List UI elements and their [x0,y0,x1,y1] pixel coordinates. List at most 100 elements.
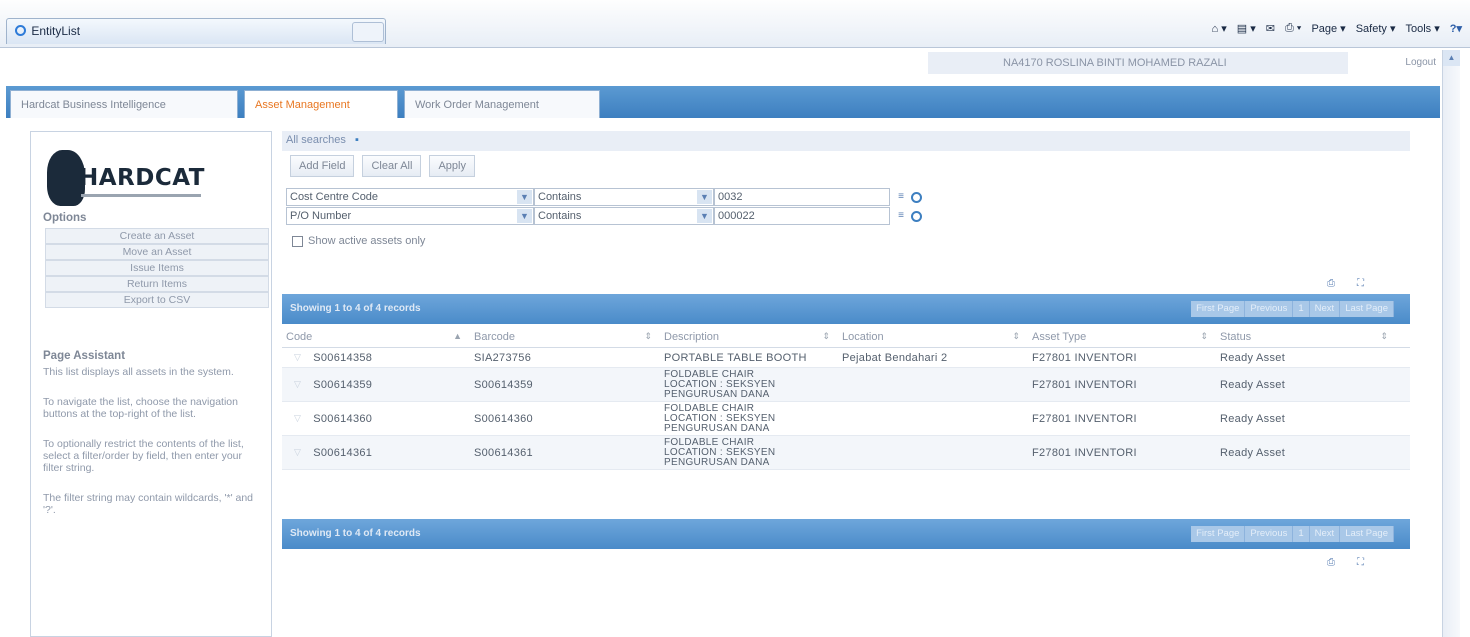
assistant-text: To navigate the list, choose the navigat… [43,396,238,420]
app-tabs: Hardcat Business Intelligence Asset Mana… [6,86,1440,118]
add-filter-icon[interactable] [911,191,922,203]
assistant-text: To optionally restrict the contents of t… [43,438,244,474]
export-csv-link[interactable]: Export to CSV [45,292,269,308]
add-field-button[interactable]: Add Field [290,155,355,177]
safety-menu[interactable]: Safety ▾ [1356,22,1396,35]
last-page-button[interactable]: Last Page [1340,301,1394,317]
tools-menu[interactable]: Tools ▾ [1405,22,1439,35]
return-items-link[interactable]: Return Items [45,276,269,292]
print-icon[interactable]: ⎙ ▾ [1285,22,1301,35]
apply-button[interactable]: Apply [429,155,475,177]
page-assistant-title: Page Assistant [43,350,126,362]
print-icon[interactable]: ⎙ [1327,278,1335,289]
column-asset-type[interactable]: Asset Type ⇕ [1028,328,1216,347]
search-buttons: Add Field Clear All Apply [290,155,475,177]
filter-operator-select[interactable]: Contains ▼ [534,188,714,206]
print-icon[interactable]: ⎙ [1327,557,1335,568]
expand-row-icon[interactable]: ▽ [294,413,301,424]
filter-field-select[interactable]: P/O Number ▼ [286,207,534,225]
column-description[interactable]: Description ⇕ [660,328,838,347]
user-bar: NA4170 ROSLINA BINTI MOHAMED RAZALI Logo… [6,50,1440,76]
last-page-button[interactable]: Last Page [1340,526,1394,542]
previous-button[interactable]: Previous [1245,301,1294,317]
mail-icon[interactable]: ✉ [1266,22,1275,35]
home-icon[interactable]: ⌂ ▾ [1212,22,1227,35]
table-row[interactable]: ▽ S00614358 SIA273756 PORTABLE TABLE BOOT… [282,348,1410,368]
table-row[interactable]: ▽ S00614359 S00614359 FOLDABLE CHAIR LOCAT… [282,368,1410,402]
clear-all-button[interactable]: Clear All [362,155,422,177]
pager: First Page Previous 1 Next Last Page [1191,526,1394,542]
expand-row-icon[interactable]: ▽ [294,447,301,458]
tab-work-order-management[interactable]: Work Order Management [404,90,600,118]
browser-command-bar: ⌂ ▾ ▤ ▾ ✉ ⎙ ▾ Page ▾ Safety ▾ Tools ▾ ?▾ [1212,22,1462,35]
vertical-scrollbar[interactable]: ▲ [1442,50,1460,637]
page-number[interactable]: 1 [1293,526,1310,542]
logout-link[interactable]: Logout [1405,57,1436,68]
next-button[interactable]: Next [1309,526,1341,542]
feeds-icon[interactable]: ▤ ▾ [1237,22,1256,35]
expand-icon[interactable]: ⛶ [1357,278,1364,289]
column-status[interactable]: Status ⇕ [1216,328,1396,347]
first-page-button[interactable]: First Page [1191,301,1246,317]
grid-tools-bottom: ⎙ ⛶ [1327,557,1364,568]
previous-button[interactable]: Previous [1245,526,1294,542]
filter-field-select[interactable]: Cost Centre Code ▼ [286,188,534,206]
scroll-up-arrow[interactable]: ▲ [1443,50,1460,66]
table-header: Code ▲ Barcode ⇕ Description ⇕ Location ⇕ As… [282,328,1410,348]
filter-value-input[interactable]: 0032 [714,188,890,206]
column-location[interactable]: Location ⇕ [838,328,1028,347]
record-count: Showing 1 to 4 of 4 records [290,303,421,314]
filter-options-icon[interactable]: ≡ [894,209,908,223]
sort-icon: ⇕ [1200,331,1208,341]
filter-options-icon[interactable]: ≡ [894,190,908,204]
left-panel: HARDCAT Options Create an Asset Move an … [30,131,272,637]
chevron-down-icon: ▼ [697,209,712,223]
browser-tab-title: EntityList [31,24,81,38]
new-tab-button[interactable] [352,22,384,42]
chevron-down-icon: ▼ [517,209,532,223]
tab-asset-management[interactable]: Asset Management [244,90,398,118]
all-searches-header[interactable]: All searches ▪ [282,131,1410,151]
first-page-button[interactable]: First Page [1191,526,1246,542]
move-asset-link[interactable]: Move an Asset [45,244,269,260]
expand-row-icon[interactable]: ▽ [294,352,301,363]
page-number[interactable]: 1 [1293,301,1310,317]
column-code[interactable]: Code ▲ [282,328,470,347]
table-row[interactable]: ▽ S00614360 S00614360 FOLDABLE CHAIR LOCAT… [282,402,1410,436]
ie-logo-icon [15,25,26,36]
hardcat-logo: HARDCAT [47,150,217,206]
sort-icon: ⇕ [822,331,830,341]
expand-row-icon[interactable]: ▽ [294,379,301,390]
sort-icon: ⇕ [1012,331,1020,341]
sort-asc-icon: ▲ [453,331,462,341]
asset-table: Code ▲ Barcode ⇕ Description ⇕ Location ⇕ As… [282,328,1410,470]
expand-icon[interactable]: ⛶ [1357,557,1364,568]
tab-business-intelligence[interactable]: Hardcat Business Intelligence [10,90,238,118]
page-menu[interactable]: Page ▾ [1311,22,1345,35]
browser-tab[interactable]: EntityList [6,18,386,44]
user-name: NA4170 ROSLINA BINTI MOHAMED RAZALI [928,52,1348,74]
filter-row: Cost Centre Code ▼ Contains ▼ 0032 ≡ [286,188,922,206]
add-filter-icon[interactable] [911,210,922,222]
column-barcode[interactable]: Barcode ⇕ [470,328,660,347]
grid-footer-bar: Showing 1 to 4 of 4 records First Page P… [282,519,1410,549]
pager: First Page Previous 1 Next Last Page [1191,301,1394,317]
filter-operator-select[interactable]: Contains ▼ [534,207,714,225]
sort-icon: ⇕ [644,331,652,341]
assistant-text: This list displays all assets in the sys… [43,366,234,378]
active-only-option: Show active assets only [292,235,425,247]
logo-text: HARDCAT [79,165,205,191]
create-asset-link[interactable]: Create an Asset [45,228,269,244]
issue-items-link[interactable]: Issue Items [45,260,269,276]
collapse-icon[interactable]: ▪ [355,134,359,146]
active-only-label: Show active assets only [308,235,426,247]
filter-value-input[interactable]: 000022 [714,207,890,225]
options-title: Options [43,212,87,224]
help-icon[interactable]: ?▾ [1450,22,1462,35]
next-button[interactable]: Next [1309,301,1341,317]
filter-row: P/O Number ▼ Contains ▼ 000022 ≡ [286,207,922,225]
grid-tools-top: ⎙ ⛶ [1327,278,1364,289]
options-list: Create an Asset Move an Asset Issue Item… [45,228,269,308]
active-only-checkbox[interactable] [292,235,303,247]
table-row[interactable]: ▽ S00614361 S00614361 FOLDABLE CHAIR LOCAT… [282,436,1410,470]
